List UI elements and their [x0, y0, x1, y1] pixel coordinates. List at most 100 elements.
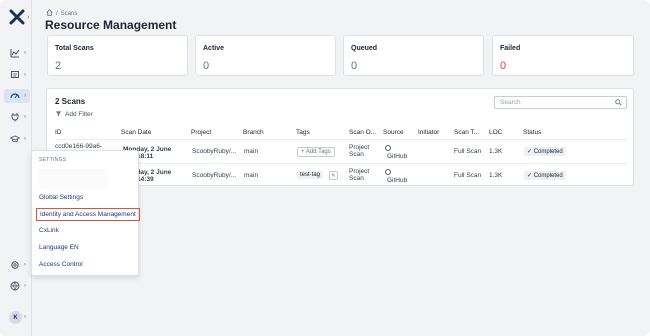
- stat-value: 0: [500, 60, 507, 72]
- status-label: Completed: [533, 173, 563, 179]
- row-divider: [55, 163, 627, 164]
- plug-icon: [8, 110, 22, 124]
- github-icon: [385, 145, 391, 153]
- column-header-scan-date[interactable]: Scan Date: [121, 129, 151, 136]
- breadcrumb-separator: /: [56, 10, 58, 17]
- cell-branch: main: [244, 172, 259, 179]
- page-title: Resource Management: [45, 18, 177, 32]
- status-badge: ✓ Completed: [524, 171, 566, 180]
- filter-icon: [55, 110, 62, 119]
- cell-scan-origin-2: Scan: [349, 151, 364, 158]
- chevron-right-icon: ›: [24, 136, 26, 142]
- column-header-branch[interactable]: Branch: [243, 129, 264, 136]
- sidebar-item-dashboard[interactable]: ›: [4, 46, 30, 60]
- status-badge: ✓ Completed: [524, 147, 566, 156]
- sidebar-item-settings[interactable]: ›: [4, 258, 30, 272]
- column-header-tags[interactable]: Tags: [296, 129, 310, 136]
- chevron-right-icon: ›: [24, 314, 26, 320]
- add-filter-button[interactable]: Add Filter: [55, 110, 93, 119]
- sidebar-item-reports[interactable]: ›: [4, 68, 30, 82]
- column-header-source[interactable]: Source: [383, 129, 404, 136]
- menu-item-language[interactable]: Language EN: [39, 244, 79, 251]
- edit-tags-button[interactable]: ✎: [329, 171, 338, 180]
- breadcrumb-current[interactable]: Scans: [61, 11, 78, 17]
- chevron-right-icon: ›: [24, 72, 26, 78]
- column-header-scan-origin[interactable]: Scan O...: [349, 129, 376, 136]
- expand-sidebar-icon[interactable]: ›: [27, 14, 29, 21]
- stat-label: Active: [203, 45, 225, 52]
- scans-icon: [8, 89, 22, 103]
- status-label: Completed: [533, 149, 563, 155]
- settings-menu-header: SETTINGS: [39, 157, 67, 163]
- cell-scan-origin: Project: [349, 144, 370, 151]
- check-icon: ✓: [527, 149, 533, 155]
- cell-scan-time: 14:39: [137, 176, 154, 183]
- column-header-project[interactable]: Project: [191, 129, 211, 136]
- cell-source: GitHub: [387, 177, 408, 184]
- chevron-right-icon: ›: [24, 262, 26, 268]
- stat-card-queued: Queued 0: [343, 35, 484, 76]
- globe-icon: [8, 279, 22, 293]
- cell-project[interactable]: ScoobyRuby/...: [192, 172, 236, 179]
- scans-count-title: 2 Scans: [55, 97, 86, 106]
- stat-card-active: Active 0: [195, 35, 336, 76]
- stat-label: Queued: [351, 45, 378, 52]
- report-icon: [8, 68, 22, 82]
- cell-branch: main: [244, 148, 259, 155]
- app-logo-icon[interactable]: [9, 9, 25, 25]
- sidebar-item-learning[interactable]: ›: [4, 132, 30, 146]
- cell-source: GitHub: [387, 153, 408, 160]
- stat-label: Failed: [500, 45, 521, 52]
- cell-loc: 1.3K: [489, 172, 503, 179]
- chevron-right-icon: ›: [24, 114, 26, 120]
- menu-item-access-control[interactable]: Access Control: [39, 261, 83, 268]
- cell-loc: 1.3K: [489, 148, 503, 155]
- cell-project[interactable]: ScoobyRuby/...: [192, 148, 236, 155]
- column-header-initiator[interactable]: Initiator: [418, 129, 439, 136]
- header-divider: [55, 139, 627, 140]
- cell-scan-origin-2: Scan: [349, 175, 364, 182]
- column-header-scan-type[interactable]: Scan T...: [454, 129, 479, 136]
- column-header-loc[interactable]: LOC: [489, 129, 502, 136]
- app-window: › › › › › › › › K › / Scans Resource Man…: [0, 0, 650, 336]
- cell-scan-type: Full Scan: [454, 172, 482, 179]
- stat-card-total: Total Scans 2: [47, 35, 188, 76]
- search-input[interactable]: Search: [494, 96, 627, 109]
- cell-scan-type: Full Scan: [454, 148, 482, 155]
- stat-card-failed: Failed 0: [492, 35, 634, 76]
- menu-item-global-settings[interactable]: Global Settings: [39, 194, 83, 201]
- search-placeholder: Search: [500, 99, 521, 106]
- menu-item-cxlink[interactable]: CxLink: [39, 227, 59, 234]
- sidebar-item-policies[interactable]: ›: [4, 110, 30, 124]
- tag-chip[interactable]: test-tag: [297, 171, 324, 179]
- pencil-icon: ✎: [331, 172, 336, 179]
- gear-icon: [8, 258, 22, 272]
- chart-icon: [8, 46, 22, 60]
- add-filter-label: Add Filter: [65, 111, 93, 118]
- settings-menu-placeholder: [39, 169, 107, 189]
- stat-value: 2: [55, 60, 62, 72]
- github-icon: [385, 169, 391, 177]
- sidebar-item-scans[interactable]: ›: [4, 89, 30, 103]
- sidebar-item-help[interactable]: ›: [4, 279, 30, 293]
- check-icon: ✓: [527, 173, 533, 179]
- chevron-right-icon: ›: [24, 93, 26, 99]
- cell-scan-origin: Project: [349, 168, 370, 175]
- stat-value: 0: [203, 60, 210, 72]
- stat-label: Total Scans: [55, 45, 94, 52]
- sidebar: › › › › › › › › K ›: [0, 0, 32, 336]
- chevron-right-icon: ›: [24, 50, 26, 56]
- home-icon[interactable]: [46, 9, 53, 18]
- breadcrumb: / Scans: [46, 9, 77, 18]
- column-header-id[interactable]: ID: [55, 129, 62, 136]
- add-tags-button[interactable]: + Add Tags: [297, 147, 335, 157]
- stat-value: 0: [351, 60, 358, 72]
- cell-id[interactable]: ccd0e166-99a6-: [55, 143, 102, 150]
- column-header-status[interactable]: Status: [523, 129, 541, 136]
- graduation-cap-icon: [8, 132, 22, 146]
- settings-menu: SETTINGS Global Settings Identity and Ac…: [31, 150, 140, 276]
- menu-item-identity-access-management[interactable]: Identity and Access Management: [36, 208, 140, 221]
- avatar[interactable]: K: [9, 311, 22, 324]
- search-icon: [615, 99, 622, 110]
- chevron-right-icon: ›: [24, 283, 26, 289]
